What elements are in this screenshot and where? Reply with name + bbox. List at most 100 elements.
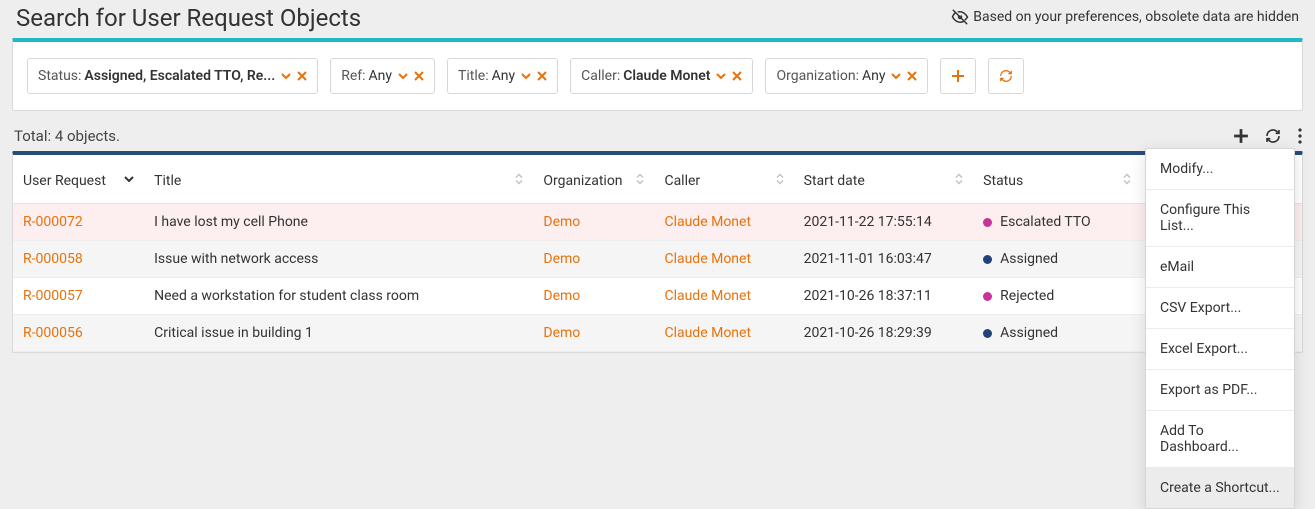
sort-icon bbox=[515, 174, 523, 185]
status-dot-icon bbox=[983, 218, 992, 227]
add-filter-button[interactable] bbox=[940, 58, 976, 94]
clear-icon[interactable] bbox=[907, 71, 917, 81]
table-row[interactable]: R-000058 Issue with network access Demo Cla… bbox=[13, 241, 1302, 278]
menu-item[interactable]: Configure This List... bbox=[1146, 190, 1294, 247]
org-link[interactable]: Demo bbox=[543, 214, 580, 230]
cell-status: Rejected bbox=[983, 288, 1130, 304]
clear-icon[interactable] bbox=[297, 71, 307, 81]
menu-item[interactable]: eMail bbox=[1146, 247, 1294, 288]
filter-value: Any bbox=[862, 68, 886, 84]
status-text: Assigned bbox=[1000, 251, 1058, 267]
cell-date: 2021-10-26 18:37:11 bbox=[794, 278, 974, 315]
filter-value: Any bbox=[369, 68, 393, 84]
cell-date: 2021-11-22 17:55:14 bbox=[794, 204, 974, 241]
col-label: User Request bbox=[23, 173, 106, 189]
caller-link[interactable]: Claude Monet bbox=[664, 251, 751, 267]
filter-label: Ref: bbox=[341, 68, 365, 84]
cell-title: Issue with network access bbox=[144, 241, 533, 278]
col-label: Status bbox=[983, 173, 1023, 189]
cell-title: Critical issue in building 1 bbox=[144, 315, 533, 352]
col-organization[interactable]: Organization bbox=[533, 155, 654, 204]
cell-title: Need a workstation for student class roo… bbox=[144, 278, 533, 315]
results-toolbar bbox=[1233, 128, 1303, 144]
col-status[interactable]: Status bbox=[973, 155, 1140, 204]
sort-icon bbox=[1123, 174, 1131, 185]
menu-item[interactable]: Create a Shortcut... bbox=[1146, 468, 1294, 508]
caller-link[interactable]: Claude Monet bbox=[664, 325, 751, 341]
caller-link[interactable]: Claude Monet bbox=[664, 214, 751, 230]
filter-caller[interactable]: Caller: Claude Monet bbox=[570, 58, 753, 94]
clear-icon[interactable] bbox=[414, 71, 424, 81]
ref-link[interactable]: R-000057 bbox=[23, 288, 83, 304]
sort-icon bbox=[776, 174, 784, 185]
ref-link[interactable]: R-000058 bbox=[23, 251, 83, 267]
org-link[interactable]: Demo bbox=[543, 325, 580, 341]
prefs-note-text: Based on your preferences, obsolete data… bbox=[973, 9, 1299, 25]
filter-label: Title: bbox=[458, 68, 489, 84]
menu-item[interactable]: Add To Dashboard... bbox=[1146, 411, 1294, 468]
caret-down-icon[interactable] bbox=[521, 71, 531, 81]
filter-label: Caller: bbox=[581, 68, 620, 84]
filter-status[interactable]: Status: Assigned, Escalated TTO, Re... bbox=[27, 58, 318, 94]
cell-date: 2021-10-26 18:29:39 bbox=[794, 315, 974, 352]
col-label: Title bbox=[154, 173, 181, 189]
page-title: Search for User Request Objects bbox=[16, 4, 361, 32]
refresh-filters-button[interactable] bbox=[988, 58, 1024, 94]
new-object-button[interactable] bbox=[1233, 128, 1249, 144]
sort-icon bbox=[636, 174, 644, 185]
menu-item[interactable]: Excel Export... bbox=[1146, 329, 1294, 370]
results-table: User Request Title Organization bbox=[13, 155, 1302, 352]
cell-status: Assigned bbox=[983, 325, 1130, 341]
col-start-date[interactable]: Start date bbox=[794, 155, 974, 204]
cell-title: I have lost my cell Phone bbox=[144, 204, 533, 241]
sort-icon bbox=[955, 174, 963, 185]
filter-value: Any bbox=[492, 68, 516, 84]
ref-link[interactable]: R-000056 bbox=[23, 325, 83, 341]
status-dot-icon bbox=[983, 255, 992, 264]
filter-label: Status: bbox=[38, 68, 81, 84]
prefs-note: Based on your preferences, obsolete data… bbox=[951, 8, 1299, 26]
total-count: Total: 4 objects. bbox=[12, 123, 122, 149]
more-actions-button[interactable] bbox=[1297, 128, 1303, 144]
clear-icon[interactable] bbox=[537, 71, 547, 81]
caret-down-icon[interactable] bbox=[716, 71, 726, 81]
table-row[interactable]: R-000072 I have lost my cell Phone Demo Cla… bbox=[13, 204, 1302, 241]
table-row[interactable]: R-000056 Critical issue in building 1 Demo… bbox=[13, 315, 1302, 352]
org-link[interactable]: Demo bbox=[543, 251, 580, 267]
table-row[interactable]: R-000057 Need a workstation for student c… bbox=[13, 278, 1302, 315]
caret-down-icon[interactable] bbox=[891, 71, 901, 81]
filter-value: Claude Monet bbox=[623, 68, 710, 84]
results-table-panel: User Request Title Organization bbox=[12, 151, 1303, 353]
col-user-request[interactable]: User Request bbox=[13, 155, 144, 204]
actions-menu: Modify...Configure This List...eMailCSV … bbox=[1145, 148, 1295, 509]
filter-organization[interactable]: Organization: Any bbox=[765, 58, 928, 94]
status-text: Rejected bbox=[1000, 288, 1054, 304]
menu-item[interactable]: CSV Export... bbox=[1146, 288, 1294, 329]
menu-item[interactable]: Modify... bbox=[1146, 149, 1294, 190]
col-label: Start date bbox=[804, 173, 865, 189]
org-link[interactable]: Demo bbox=[543, 288, 580, 304]
search-filter-panel: Status: Assigned, Escalated TTO, Re... R… bbox=[12, 38, 1303, 111]
caret-down-icon[interactable] bbox=[398, 71, 408, 81]
ref-link[interactable]: R-000072 bbox=[23, 214, 83, 230]
filter-ref[interactable]: Ref: Any bbox=[330, 58, 435, 94]
caller-link[interactable]: Claude Monet bbox=[664, 288, 751, 304]
clear-icon[interactable] bbox=[732, 71, 742, 81]
status-dot-icon bbox=[983, 292, 992, 301]
filter-value: Assigned, Escalated TTO, Re... bbox=[84, 68, 275, 84]
col-caller[interactable]: Caller bbox=[654, 155, 793, 204]
col-label: Organization bbox=[543, 173, 622, 189]
col-title[interactable]: Title bbox=[144, 155, 533, 204]
filter-label: Organization: bbox=[776, 68, 859, 84]
eye-off-icon bbox=[951, 8, 969, 26]
cell-status: Assigned bbox=[983, 251, 1130, 267]
status-text: Escalated TTO bbox=[1000, 214, 1091, 230]
caret-down-icon[interactable] bbox=[281, 71, 291, 81]
menu-item[interactable]: Export as PDF... bbox=[1146, 370, 1294, 411]
refresh-results-button[interactable] bbox=[1265, 128, 1281, 144]
col-label: Caller bbox=[664, 173, 700, 189]
filter-title[interactable]: Title: Any bbox=[447, 58, 558, 94]
status-dot-icon bbox=[983, 329, 992, 338]
sort-desc-icon bbox=[124, 176, 134, 182]
cell-status: Escalated TTO bbox=[983, 214, 1130, 230]
